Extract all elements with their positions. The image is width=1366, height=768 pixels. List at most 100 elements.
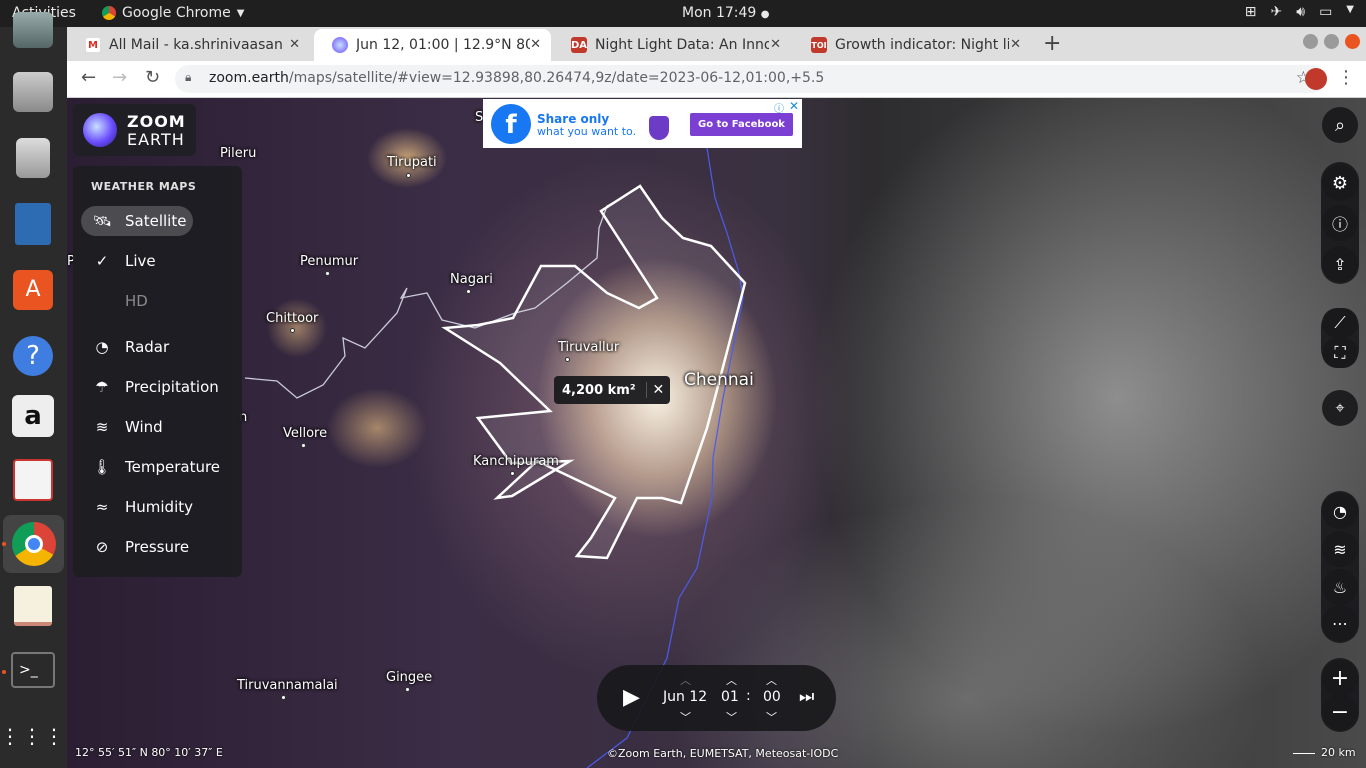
menu-item-live[interactable]: ✓ Live xyxy=(81,246,193,276)
facebook-ad-banner[interactable]: f Share only what you want to. Go to Fac… xyxy=(483,99,802,148)
menu-item-label: Precipitation xyxy=(125,378,219,396)
airplane-icon: ✈ xyxy=(1270,4,1283,20)
menu-item-wind[interactable]: ≋ Wind xyxy=(81,412,193,442)
zoom-earth-icon xyxy=(332,37,348,53)
software-center-icon[interactable]: A xyxy=(10,267,56,313)
share-icon[interactable]: ⇪ xyxy=(1322,246,1358,282)
map-canvas[interactable]: Pileru Tirupati Penumur Nagari Chittoor … xyxy=(67,98,1366,768)
menu-item-temperature[interactable]: 🌡︎ Temperature xyxy=(81,452,231,482)
more-icon[interactable]: ⋯ xyxy=(1322,605,1358,641)
chrome-menu-icon[interactable]: ⋮ xyxy=(1337,67,1355,88)
place-tirupati: Tirupati xyxy=(387,155,437,178)
battery-icon: ▭ xyxy=(1319,4,1333,20)
hour-up-icon[interactable]: ︿ xyxy=(726,672,737,688)
zoom-earth-logo[interactable]: ZOOM EARTH xyxy=(73,104,196,156)
lock-icon[interactable]: 🔒︎ xyxy=(185,70,191,85)
profile-avatar[interactable] xyxy=(1305,68,1327,90)
measure-area-icon[interactable]: ⛶ xyxy=(1322,338,1358,368)
facebook-logo-icon: f xyxy=(491,104,531,144)
date-value[interactable]: Jun 12 xyxy=(663,689,707,705)
running-indicator xyxy=(2,670,6,674)
place-nagari: Nagari xyxy=(450,272,493,294)
zoom-in-icon[interactable]: + xyxy=(1322,660,1358,696)
search-icon[interactable]: ⌕ xyxy=(1322,107,1358,143)
locate-icon[interactable]: ⌖ xyxy=(1322,390,1358,426)
pdf-viewer-icon[interactable] xyxy=(10,457,56,503)
files-icon[interactable] xyxy=(10,69,56,115)
wind-layer-icon[interactable]: ≋ xyxy=(1322,531,1358,567)
zoom-earth-orb-icon xyxy=(83,113,117,147)
tab-growth-indicator[interactable]: TOI Growth indicator: Night li ✕ xyxy=(793,29,1031,61)
skip-to-latest-icon[interactable]: ⏭ xyxy=(799,687,814,707)
minute-up-icon[interactable]: ︿ xyxy=(766,672,777,688)
app-menu-label: Google Chrome xyxy=(122,5,231,21)
tab-night-light-data[interactable]: DA Night Light Data: An Inno ✕ xyxy=(553,29,791,61)
minute-value[interactable]: 00 xyxy=(763,689,781,705)
menu-item-pressure[interactable]: ⊘ Pressure xyxy=(81,532,193,562)
ad-close-icon[interactable]: ✕ xyxy=(789,99,799,113)
control-group-layers: ◔ ≋ ♨ ⋯ xyxy=(1321,491,1359,643)
close-tab-icon[interactable]: ✕ xyxy=(289,37,300,52)
fire-icon[interactable]: ♨ xyxy=(1322,569,1358,605)
rhythmbox-icon[interactable] xyxy=(10,135,56,181)
back-icon[interactable]: ← xyxy=(81,67,96,88)
menu-item-radar[interactable]: ◔ Radar xyxy=(81,332,193,362)
close-window-icon[interactable] xyxy=(1345,34,1360,49)
menu-item-hd[interactable]: HD xyxy=(81,286,193,316)
ad-info-icon[interactable]: ⓘ xyxy=(774,100,784,115)
place-chennai: Chennai xyxy=(684,370,754,390)
place-tiruvallur: Tiruvallur xyxy=(558,340,619,362)
area-measurement-label: 4,200 km² ✕ xyxy=(554,376,671,404)
scale-line xyxy=(1293,752,1315,754)
close-tab-icon[interactable]: ✕ xyxy=(1010,37,1021,52)
menu-item-label: Live xyxy=(125,252,156,270)
new-tab-icon[interactable]: + xyxy=(1043,31,1061,56)
text-editor-icon[interactable] xyxy=(10,583,56,629)
zoom-out-icon[interactable]: − xyxy=(1322,694,1358,730)
date-down-icon[interactable]: ﹀ xyxy=(680,709,691,725)
control-group-top: ⚙ ⓘ ⇪ xyxy=(1321,162,1359,284)
close-tab-icon[interactable]: ✕ xyxy=(770,37,781,52)
amazon-icon[interactable]: a xyxy=(10,393,56,439)
play-icon[interactable]: ▶ xyxy=(623,685,640,710)
shield-icon xyxy=(649,116,669,140)
system-tray[interactable]: ⊞ ✈ 🔊︎ ▭ ▼ xyxy=(1245,4,1354,20)
ad-cta-button[interactable]: Go to Facebook xyxy=(690,113,793,136)
help-icon[interactable]: ? xyxy=(10,333,56,379)
menu-item-precipitation[interactable]: ☂ Precipitation xyxy=(81,372,231,402)
ad-subline: what you want to. xyxy=(537,125,637,138)
thunderbird-icon[interactable] xyxy=(10,7,56,53)
info-icon[interactable]: ⓘ xyxy=(1322,205,1358,241)
radar-layer-icon[interactable]: ◔ xyxy=(1322,493,1358,529)
date-up-icon[interactable]: ︿ xyxy=(680,672,691,688)
tab-gmail[interactable]: M All Mail - ka.shrinivaasan@ ✕ xyxy=(67,29,310,61)
remove-measurement-icon[interactable]: ✕ xyxy=(645,382,671,398)
hour-value[interactable]: 01 xyxy=(721,689,739,705)
close-tab-icon[interactable]: ✕ xyxy=(530,37,541,52)
minute-down-icon[interactable]: ﹀ xyxy=(766,709,777,725)
settings-icon[interactable]: ⚙ xyxy=(1322,165,1358,201)
writer-icon[interactable] xyxy=(10,201,56,247)
app-menu[interactable]: Google Chrome ▼ xyxy=(102,5,244,21)
tab-title: All Mail - ka.shrinivaasan@ xyxy=(109,37,283,53)
menu-item-satellite[interactable]: 🛰︎ Satellite xyxy=(81,206,193,236)
hour-down-icon[interactable]: ﹀ xyxy=(726,709,737,725)
terminal-icon[interactable]: >_ xyxy=(10,647,56,693)
reload-icon[interactable]: ↻ xyxy=(145,67,160,88)
tab-zoom-earth[interactable]: Jun 12, 01:00 | 12.9°N 80.3 ✕ xyxy=(314,29,551,61)
forward-icon[interactable]: → xyxy=(112,67,127,88)
chrome-dock-icon[interactable] xyxy=(3,515,64,573)
attribution[interactable]: ©Zoom Earth, EUMETSAT, Meteosat-IODC xyxy=(607,747,838,760)
maximize-icon[interactable] xyxy=(1324,34,1339,49)
logo-line-1: ZOOM xyxy=(127,112,186,131)
measure-distance-icon[interactable]: ⟋ xyxy=(1322,308,1358,338)
address-bar[interactable]: 🔒︎ zoom.earth/maps/satellite/#view=12.93… xyxy=(175,65,1325,93)
menu-item-label: Temperature xyxy=(125,458,221,476)
minimize-icon[interactable] xyxy=(1303,34,1318,49)
clock[interactable]: Mon 17:49 ● xyxy=(682,5,770,21)
control-group-measure: ⟋ ⛶ xyxy=(1321,308,1359,368)
menu-item-humidity[interactable]: ≈ Humidity xyxy=(81,492,193,522)
show-apps-icon[interactable]: ⋮⋮⋮ xyxy=(0,713,64,759)
clock-label: Mon 17:49 xyxy=(682,5,757,21)
thermometer-icon: 🌡︎ xyxy=(92,458,112,476)
